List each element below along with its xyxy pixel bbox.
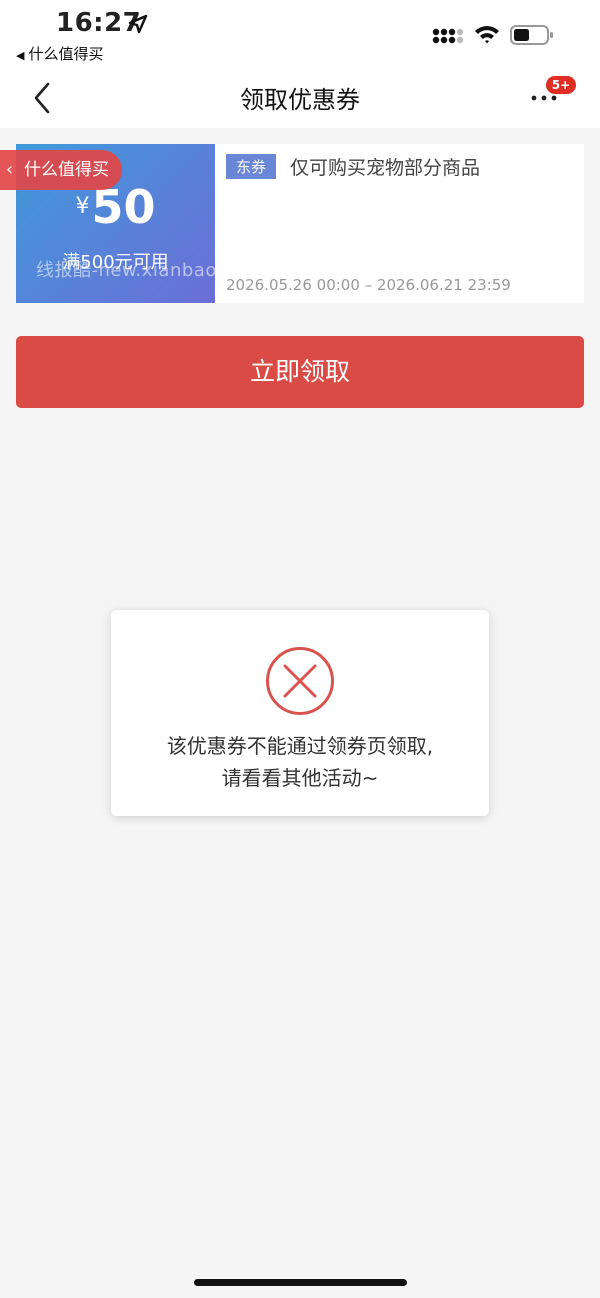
coupon-type-badge: 东券 bbox=[226, 154, 277, 179]
back-to-app-link[interactable]: ◀ 什么值得买 bbox=[16, 43, 103, 64]
wifi-icon bbox=[475, 26, 499, 44]
status-bar: 16:27 ◀ 什么值得买 bbox=[0, 0, 600, 70]
currency-symbol: ¥ bbox=[75, 194, 90, 219]
error-circle-x-icon bbox=[266, 647, 334, 715]
back-app-label: 什么值得买 bbox=[28, 45, 104, 63]
coupon-validity: 2026.05.26 00:00 – 2026.06.21 23:59 bbox=[226, 276, 511, 294]
back-triangle-icon: ◀ bbox=[16, 49, 25, 62]
error-message-line2: 请看看其他活动~ bbox=[221, 766, 379, 790]
error-message: 该优惠券不能通过领券页领取, 请看看其他活动~ bbox=[111, 730, 489, 794]
error-message-line1: 该优惠券不能通过领券页领取, bbox=[166, 734, 434, 758]
coupon-description: 仅可购买宠物部分商品 bbox=[290, 157, 481, 179]
claim-coupon-button[interactable]: 立即领取 bbox=[16, 336, 584, 408]
watermark: 线报酷-new.xianbao.fun bbox=[36, 260, 254, 281]
smzdm-float-tag[interactable]: ‹ 什么值得买 bbox=[0, 150, 122, 190]
error-dialog: 该优惠券不能通过领券页领取, 请看看其他活动~ bbox=[111, 610, 489, 816]
nav-bar: 领取优惠券 5+ bbox=[0, 70, 600, 128]
chevron-left-icon: ‹ bbox=[6, 159, 14, 180]
notification-badge: 5+ bbox=[546, 76, 576, 94]
battery-icon bbox=[510, 25, 553, 45]
cellular-signal-icon bbox=[432, 28, 464, 44]
home-indicator[interactable] bbox=[194, 1279, 407, 1286]
page-title: 领取优惠券 bbox=[240, 86, 360, 114]
float-tag-label: 什么值得买 bbox=[24, 160, 109, 180]
location-arrow-icon bbox=[128, 14, 148, 34]
